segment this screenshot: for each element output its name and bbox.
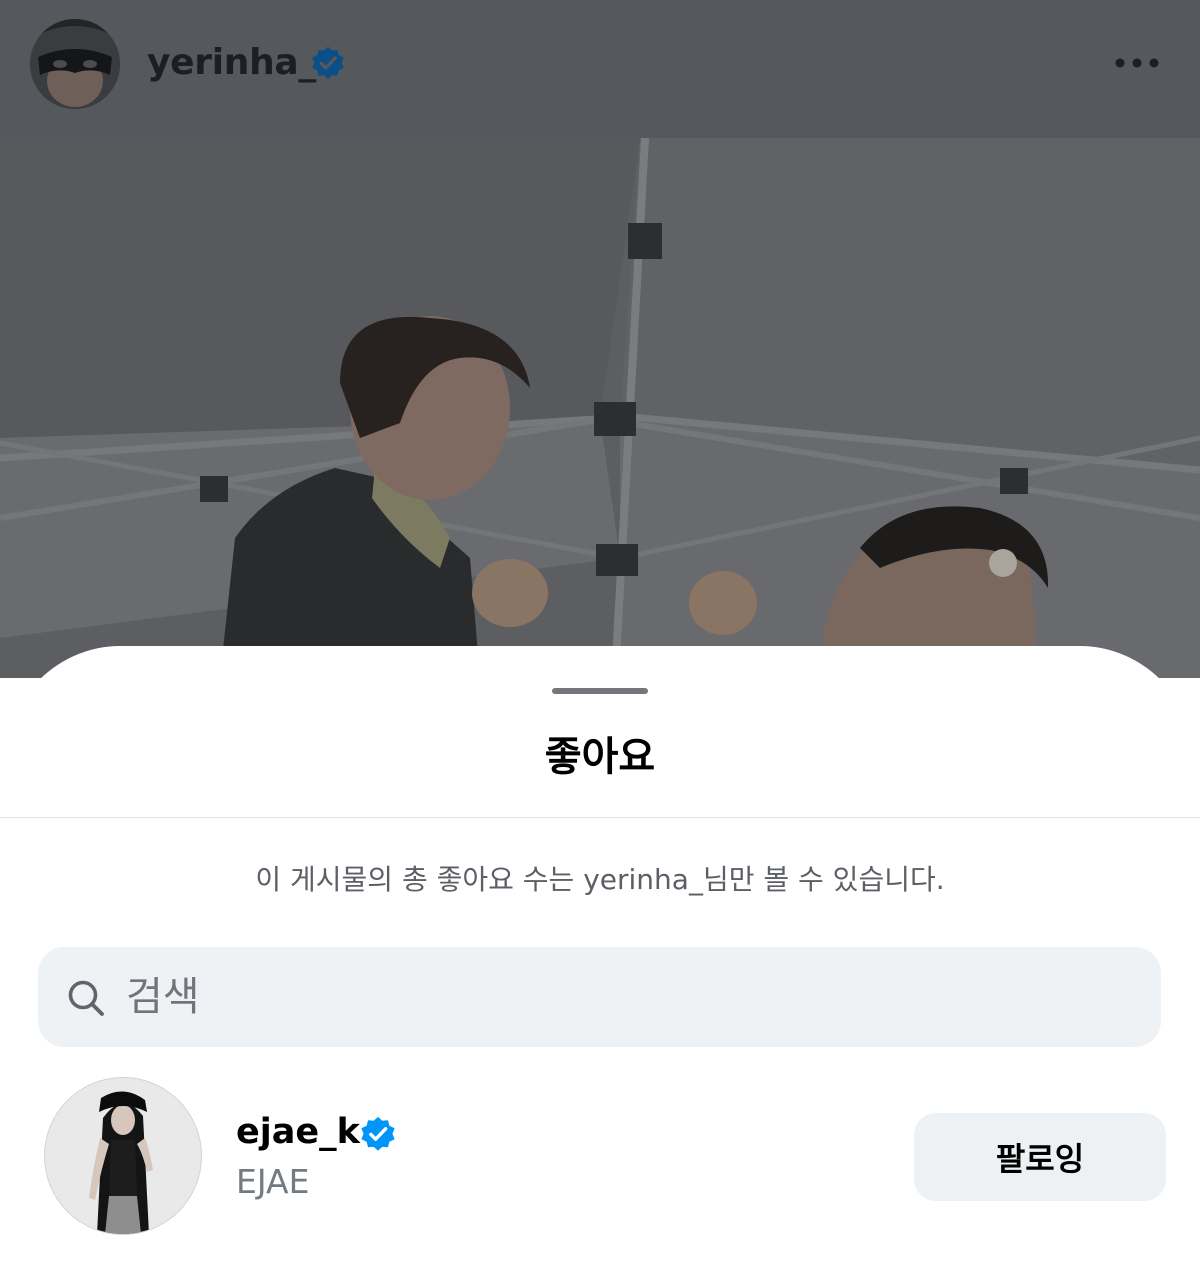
likes-screen: yerinha_ 좋아요 이 게시물의 총 좋아요 수는 yerinha_님만 …	[0, 0, 1200, 1265]
likes-privacy-note: 이 게시물의 총 좋아요 수는 yerinha_님만 볼 수 있습니다.	[255, 863, 945, 896]
search-input[interactable]	[126, 967, 1126, 1027]
likes-bottom-sheet: 좋아요 이 게시물의 총 좋아요 수는 yerinha_님만 볼 수 있습니다.	[0, 646, 1200, 1265]
user-full-name: EJAE	[236, 1162, 310, 1201]
post-header: yerinha_	[0, 0, 1200, 138]
sheet-title: 좋아요	[544, 734, 656, 780]
more-horizontal-icon[interactable]	[1112, 52, 1162, 74]
post-photo	[0, 138, 1200, 678]
post-author-avatar[interactable]	[30, 19, 120, 109]
following-button[interactable]: 팔로잉	[914, 1113, 1166, 1201]
verified-badge-icon	[312, 46, 344, 79]
verified-badge-icon	[361, 1116, 395, 1151]
user-username[interactable]: ejae_k	[236, 1108, 360, 1156]
search-icon	[68, 980, 104, 1016]
sheet-divider	[0, 817, 1200, 818]
sheet-drag-handle[interactable]	[552, 688, 648, 694]
post-author-username[interactable]: yerinha_	[147, 38, 316, 88]
liker-list-item[interactable]: ejae_k EJAE 팔로잉	[0, 1071, 1200, 1241]
user-avatar[interactable]	[45, 1078, 201, 1234]
